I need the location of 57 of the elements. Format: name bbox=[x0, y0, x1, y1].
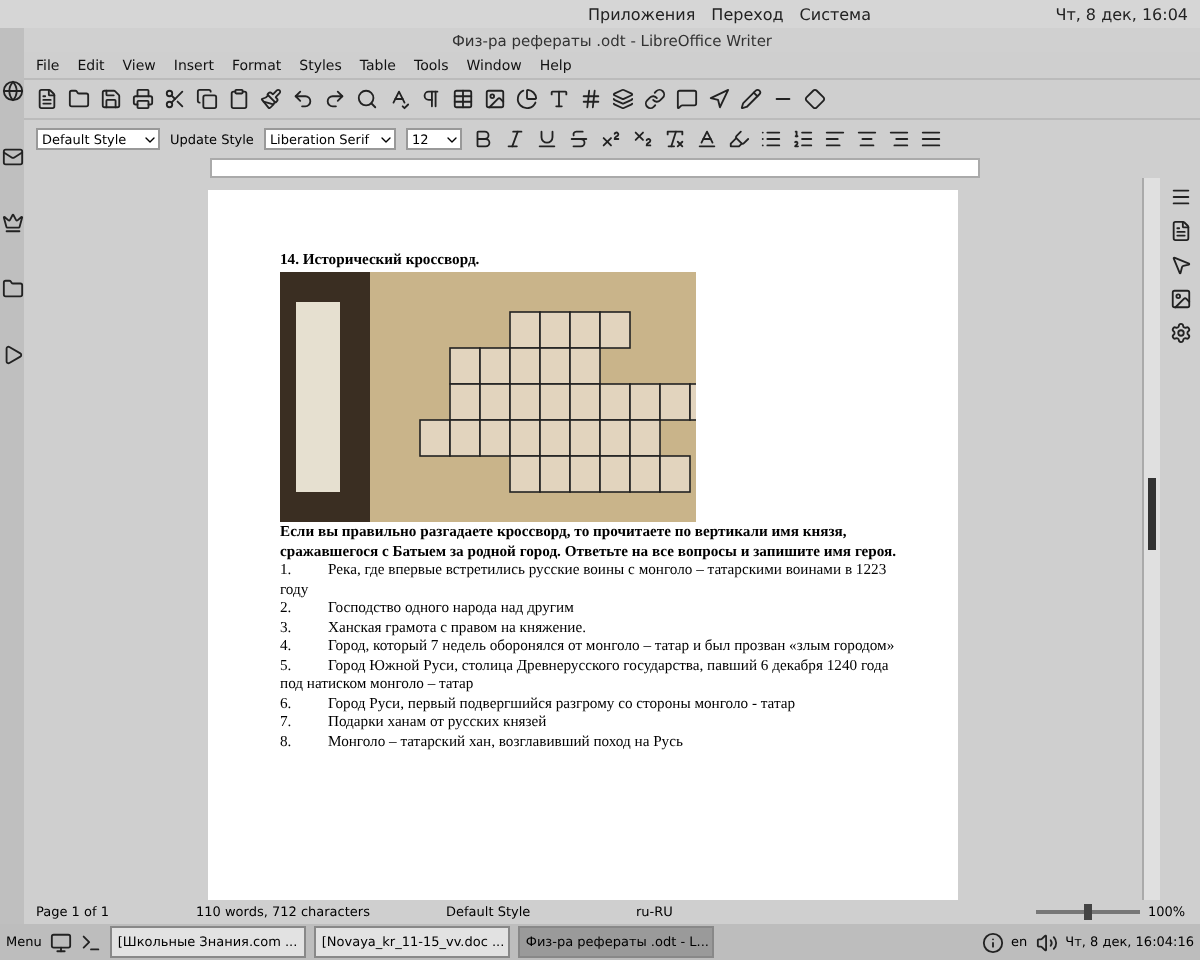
paintbrush-icon[interactable] bbox=[260, 88, 282, 110]
undo-icon[interactable] bbox=[292, 88, 314, 110]
comment-icon[interactable] bbox=[676, 88, 698, 110]
clipboard-icon[interactable] bbox=[228, 88, 250, 110]
menu-icon[interactable] bbox=[1169, 186, 1191, 208]
navigator-icon[interactable] bbox=[1169, 254, 1191, 276]
panel-menu[interactable]: Переход bbox=[711, 5, 784, 23]
link-icon[interactable] bbox=[644, 88, 666, 110]
numbered-list-icon[interactable] bbox=[791, 128, 814, 150]
scissors-icon[interactable] bbox=[164, 88, 186, 110]
terminal-icon[interactable] bbox=[79, 931, 102, 953]
pie-chart-icon[interactable] bbox=[516, 88, 538, 110]
pilcrow-icon[interactable] bbox=[420, 88, 442, 110]
clear-formatting-icon[interactable] bbox=[663, 128, 686, 150]
highlighter-icon[interactable] bbox=[727, 128, 750, 150]
redo-icon[interactable] bbox=[324, 88, 346, 110]
play-icon[interactable] bbox=[1, 344, 23, 366]
panel-menu[interactable]: Система bbox=[799, 5, 871, 23]
image-icon[interactable] bbox=[484, 88, 506, 110]
table-icon[interactable] bbox=[452, 88, 474, 110]
info-icon[interactable] bbox=[981, 931, 1004, 953]
printer-icon[interactable] bbox=[132, 88, 154, 110]
justify-icon[interactable] bbox=[919, 128, 942, 150]
search-icon[interactable] bbox=[356, 88, 378, 110]
subscript-icon[interactable] bbox=[631, 128, 654, 150]
panel-clock: Чт, 8 дек, 16:04 bbox=[1055, 5, 1188, 23]
align-left-icon[interactable] bbox=[823, 128, 846, 150]
panel-menu[interactable]: Приложения bbox=[588, 5, 696, 23]
pencil-icon[interactable] bbox=[740, 88, 762, 110]
diamond-icon[interactable] bbox=[804, 88, 826, 110]
mail-icon[interactable] bbox=[1, 146, 23, 168]
folder-icon[interactable] bbox=[68, 88, 90, 110]
new-document-icon[interactable] bbox=[36, 88, 58, 110]
speaker-icon[interactable] bbox=[1035, 931, 1058, 953]
page-icon[interactable] bbox=[1169, 220, 1191, 242]
settings-icon[interactable] bbox=[1169, 322, 1191, 344]
spellcheck-icon[interactable] bbox=[388, 88, 410, 110]
copy-icon[interactable] bbox=[196, 88, 218, 110]
monitor-icon[interactable] bbox=[49, 931, 72, 953]
folder-icon[interactable] bbox=[1, 278, 23, 300]
scrollbar[interactable] bbox=[1142, 178, 1160, 900]
cursor-icon[interactable] bbox=[708, 88, 730, 110]
superscript-icon[interactable] bbox=[599, 128, 622, 150]
italic-icon[interactable] bbox=[503, 128, 526, 150]
font-color-icon[interactable] bbox=[695, 128, 718, 150]
gallery-icon[interactable] bbox=[1169, 288, 1191, 310]
align-right-icon[interactable] bbox=[887, 128, 910, 150]
save-icon[interactable] bbox=[100, 88, 122, 110]
bold-icon[interactable] bbox=[471, 128, 494, 150]
text-box-icon[interactable] bbox=[548, 88, 570, 110]
frame-icon[interactable] bbox=[612, 88, 634, 110]
underline-icon[interactable] bbox=[535, 128, 558, 150]
align-center-icon[interactable] bbox=[855, 128, 878, 150]
globe-icon[interactable] bbox=[1, 80, 23, 102]
crown-icon[interactable] bbox=[1, 212, 23, 234]
field-icon[interactable] bbox=[580, 88, 602, 110]
strikethrough-icon[interactable] bbox=[567, 128, 590, 150]
